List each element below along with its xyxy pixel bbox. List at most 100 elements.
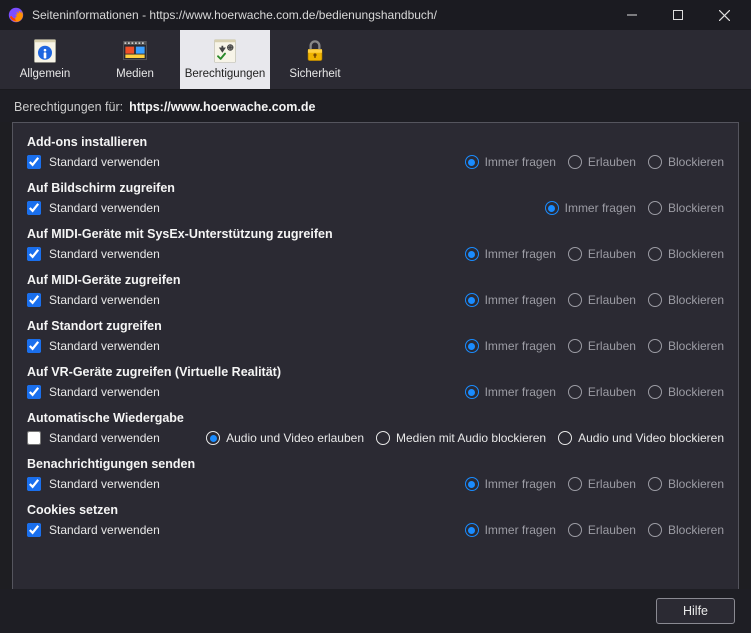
opt-label: Immer fragen (485, 477, 556, 491)
opt-label: Immer fragen (485, 247, 556, 261)
use-default-checkbox[interactable] (27, 339, 41, 353)
opt-allow[interactable]: Erlauben (568, 339, 636, 353)
use-default-label: Standard verwenden (49, 155, 160, 169)
use-default-checkbox[interactable] (27, 155, 41, 169)
radio-icon (465, 385, 479, 399)
radio-icon (206, 431, 220, 445)
opt-ask[interactable]: Immer fragen (465, 339, 556, 353)
opt-label: Erlauben (588, 385, 636, 399)
opt-ask[interactable]: Immer fragen (465, 385, 556, 399)
permissions-frame: Add-ons installieren Standard verwenden Im… (12, 122, 739, 590)
allgemein-icon (30, 37, 60, 65)
tab-medien[interactable]: Medien (90, 30, 180, 89)
use-default-label: Standard verwenden (49, 523, 160, 537)
opt-block[interactable]: Blockieren (648, 523, 724, 537)
use-default-checkbox[interactable] (27, 385, 41, 399)
permission-options: Immer fragen Blockieren (545, 201, 724, 215)
permission-title: Benachrichtigungen senden (27, 457, 724, 471)
opt-label: Erlauben (588, 155, 636, 169)
permission-title: Auf MIDI-Geräte zugreifen (27, 273, 724, 287)
opt-block[interactable]: Blockieren (648, 155, 724, 169)
toolbar: AllgemeinMedienBerechtigungen Sicherheit (0, 30, 751, 90)
opt-block[interactable]: Blockieren (648, 293, 724, 307)
permission-row: Auf Bildschirm zugreifen Standard verwend… (13, 173, 738, 219)
opt-block-audio[interactable]: Medien mit Audio blockieren (376, 431, 546, 445)
opt-label: Audio und Video blockieren (578, 431, 724, 445)
berechtigungen-icon (210, 37, 240, 65)
radio-icon (465, 247, 479, 261)
opt-block[interactable]: Blockieren (648, 201, 724, 215)
radio-icon (558, 431, 572, 445)
opt-ask[interactable]: Immer fragen (465, 155, 556, 169)
opt-ask[interactable]: Immer fragen (465, 247, 556, 261)
permission-title: Auf VR-Geräte zugreifen (Virtuelle Reali… (27, 365, 724, 379)
tab-label: Sicherheit (289, 69, 340, 81)
permission-options: Immer fragen Erlauben Blockieren (465, 477, 724, 491)
use-default-label: Standard verwenden (49, 293, 160, 307)
permissions-for-label: Berechtigungen für: (14, 100, 123, 114)
radio-icon (648, 201, 662, 215)
tab-sicherheit[interactable]: Sicherheit (270, 30, 360, 89)
opt-allow-av[interactable]: Audio und Video erlauben (206, 431, 364, 445)
opt-label: Blockieren (668, 155, 724, 169)
radio-icon (568, 293, 582, 307)
permission-options: Immer fragen Erlauben Blockieren (465, 293, 724, 307)
radio-icon (465, 477, 479, 491)
use-default-label: Standard verwenden (49, 385, 160, 399)
permission-title: Auf Bildschirm zugreifen (27, 181, 724, 195)
opt-ask[interactable]: Immer fragen (465, 477, 556, 491)
permission-title: Automatische Wiedergabe (27, 411, 724, 425)
firefox-icon (8, 7, 24, 23)
use-default-checkbox[interactable] (27, 523, 41, 537)
permissions-scroll[interactable]: Add-ons installieren Standard verwenden Im… (13, 123, 738, 589)
use-default-checkbox[interactable] (27, 431, 41, 445)
use-default-checkbox[interactable] (27, 247, 41, 261)
radio-icon (648, 477, 662, 491)
permission-options: Immer fragen Erlauben Blockieren (465, 523, 724, 537)
permission-title: Add-ons installieren (27, 135, 724, 149)
radio-icon (648, 523, 662, 537)
opt-block-av[interactable]: Audio und Video blockieren (558, 431, 724, 445)
opt-block[interactable]: Blockieren (648, 477, 724, 491)
use-default-checkbox[interactable] (27, 293, 41, 307)
help-button[interactable]: Hilfe (656, 598, 735, 624)
opt-block[interactable]: Blockieren (648, 247, 724, 261)
close-button[interactable] (701, 0, 747, 30)
window-title: Seiteninformationen - https://www.hoerwa… (32, 8, 609, 22)
use-default-label: Standard verwenden (49, 339, 160, 353)
use-default-label: Standard verwenden (49, 201, 160, 215)
opt-allow[interactable]: Erlauben (568, 477, 636, 491)
minimize-button[interactable] (609, 0, 655, 30)
opt-label: Erlauben (588, 293, 636, 307)
opt-allow[interactable]: Erlauben (568, 385, 636, 399)
opt-allow[interactable]: Erlauben (568, 523, 636, 537)
opt-label: Blockieren (668, 339, 724, 353)
maximize-button[interactable] (655, 0, 701, 30)
opt-label: Erlauben (588, 477, 636, 491)
opt-block[interactable]: Blockieren (648, 339, 724, 353)
radio-icon (568, 523, 582, 537)
use-default-checkbox[interactable] (27, 201, 41, 215)
use-default-label: Standard verwenden (49, 431, 160, 445)
use-default-checkbox[interactable] (27, 477, 41, 491)
radio-icon (648, 385, 662, 399)
opt-label: Immer fragen (485, 155, 556, 169)
opt-ask[interactable]: Immer fragen (545, 201, 636, 215)
use-default-label: Standard verwenden (49, 247, 160, 261)
radio-icon (568, 477, 582, 491)
permission-row: Auf VR-Geräte zugreifen (Virtuelle Reali… (13, 357, 738, 403)
opt-label: Erlauben (588, 247, 636, 261)
opt-allow[interactable]: Erlauben (568, 155, 636, 169)
tab-allgemein[interactable]: Allgemein (0, 30, 90, 89)
opt-allow[interactable]: Erlauben (568, 247, 636, 261)
opt-ask[interactable]: Immer fragen (465, 293, 556, 307)
radio-icon (648, 293, 662, 307)
opt-allow[interactable]: Erlauben (568, 293, 636, 307)
opt-ask[interactable]: Immer fragen (465, 523, 556, 537)
opt-label: Erlauben (588, 339, 636, 353)
permission-options: Immer fragen Erlauben Blockieren (465, 339, 724, 353)
dialog-button-bar: Hilfe (0, 589, 751, 633)
opt-block[interactable]: Blockieren (648, 385, 724, 399)
opt-label: Immer fragen (485, 385, 556, 399)
tab-berechtigungen[interactable]: Berechtigungen (180, 30, 270, 89)
